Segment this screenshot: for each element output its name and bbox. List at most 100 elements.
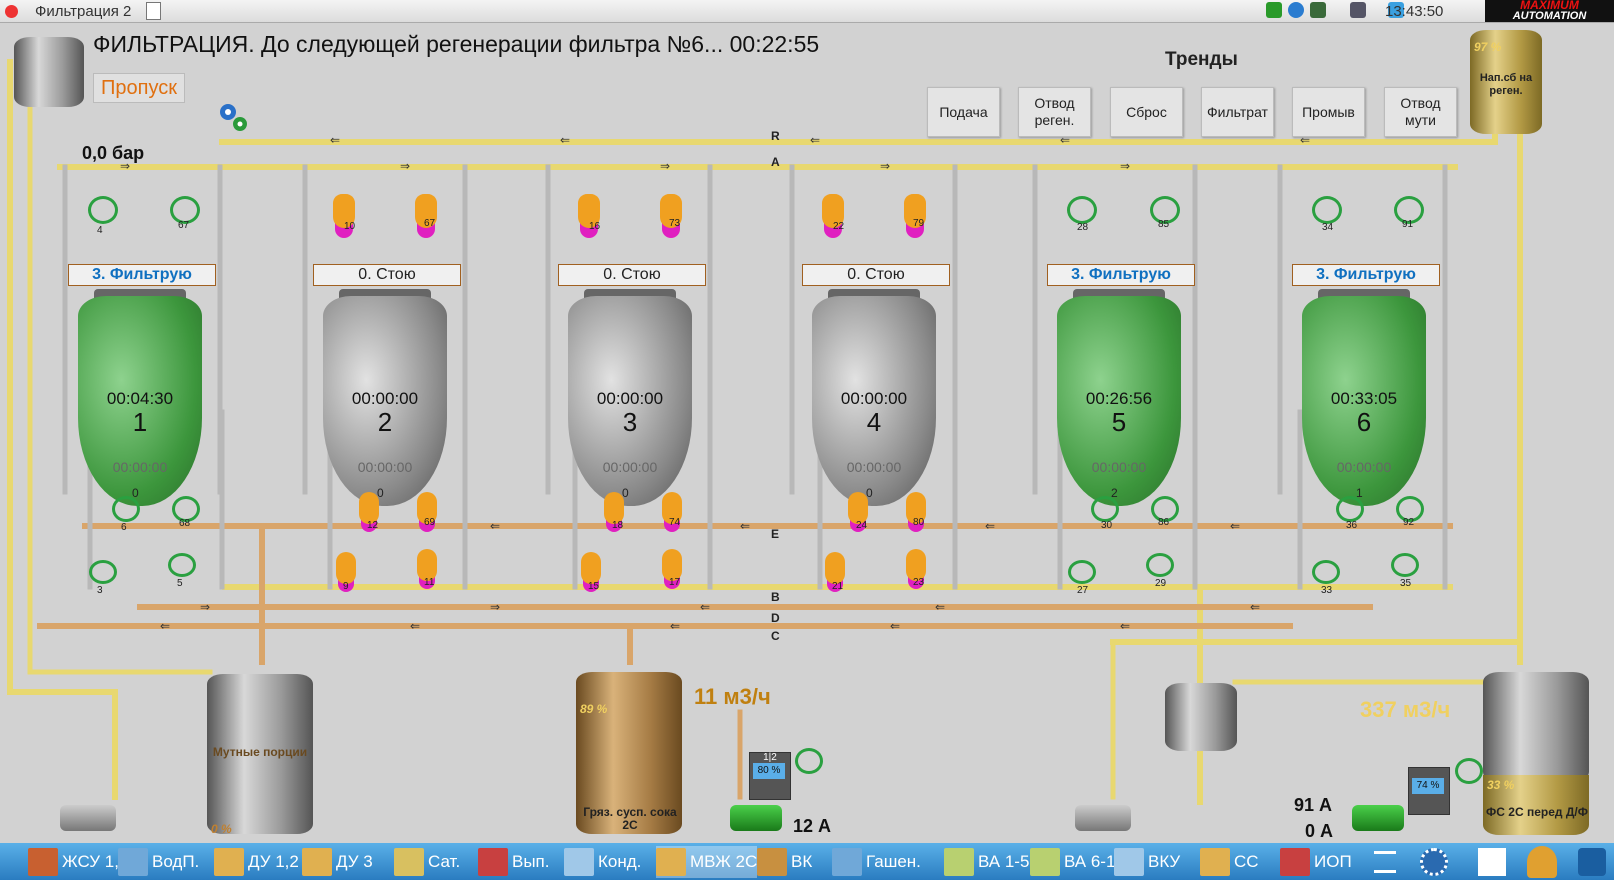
fs-tank-upper[interactable] <box>1483 672 1589 782</box>
auto-mode-icon[interactable] <box>1455 758 1483 784</box>
dirty-tank-label: Гряз. сусп. сока 2С <box>583 805 677 832</box>
taskbar-item-mvzh[interactable]: МВЖ 2С <box>656 846 758 878</box>
auto-valve-icon[interactable] <box>88 196 118 224</box>
auto-valve-icon[interactable] <box>112 496 140 522</box>
pressure-readout: 0,0 бар <box>82 143 145 163</box>
close-icon[interactable] <box>5 5 18 18</box>
gauge-right-value: 74 % <box>1412 778 1444 794</box>
pump-dirty[interactable] <box>730 805 782 831</box>
auto-valve-icon[interactable] <box>1391 553 1419 577</box>
trend-wash-button[interactable]: Промыв <box>1292 87 1365 137</box>
intermediate-tank[interactable] <box>1165 683 1237 751</box>
engineer-icon[interactable] <box>1527 846 1557 878</box>
vk-icon <box>757 848 787 876</box>
valve-number: 5 <box>177 578 183 589</box>
svg-text:⇒: ⇒ <box>660 159 670 173</box>
add-icon[interactable] <box>1266 2 1282 18</box>
pipe-label-d: D <box>771 611 780 625</box>
auto-valve-icon[interactable] <box>1068 560 1096 584</box>
taskbar-item-gashen[interactable]: Гашен. <box>832 846 921 878</box>
taskbar-item-va15[interactable]: ВА 1-5 <box>944 846 1029 878</box>
filter-6-tank[interactable]: 00:33:05 6 00:00:00 1 <box>1302 296 1426 506</box>
taskbar-item-va610[interactable]: ВА 6-10 <box>1030 846 1125 878</box>
trend-regen-outlet-button[interactable]: Отвод реген. <box>1018 87 1091 137</box>
svg-text:⇐: ⇐ <box>560 133 570 147</box>
list-icon[interactable] <box>1374 851 1396 873</box>
auto-valve-icon[interactable] <box>1091 496 1119 522</box>
skip-button[interactable]: Пропуск <box>93 73 185 103</box>
filter-3-tank[interactable]: 00:00:00 3 00:00:00 0 <box>568 296 692 506</box>
manual-hand-icon[interactable] <box>825 552 845 584</box>
frequency-gauge-right[interactable]: 74 % <box>1408 767 1450 815</box>
filter-5-status: 3. Фильтрую <box>1047 264 1195 286</box>
top-left-tank <box>14 37 84 107</box>
taskbar-item-iop[interactable]: ИОП <box>1280 846 1352 878</box>
filter-1-number: 1 <box>132 407 148 437</box>
auto-valve-icon[interactable] <box>1312 560 1340 584</box>
window-title: Фильтрация 2 <box>35 3 132 20</box>
taskbar-item-kond[interactable]: Конд. <box>564 846 641 878</box>
pipe-label-c: C <box>771 629 780 643</box>
filter-5-tank[interactable]: 00:26:56 5 00:00:00 2 <box>1057 296 1181 506</box>
svg-text:⇐: ⇐ <box>1120 619 1130 633</box>
network-icon[interactable] <box>1310 2 1326 18</box>
valve-number: 27 <box>1077 585 1089 596</box>
auto-valve-icon[interactable] <box>1067 196 1097 224</box>
valve-number: 28 <box>1077 222 1089 233</box>
auto-valve-icon[interactable] <box>89 560 117 584</box>
taskbar-item-du12[interactable]: ДУ 1,2 <box>214 846 299 878</box>
taskbar-item-sat[interactable]: Сат. <box>394 846 460 878</box>
frequency-gauge-left[interactable]: 1|2 80 % <box>749 752 791 800</box>
trend-turbid-outlet-button[interactable]: Отвод мути <box>1384 87 1457 137</box>
svg-text:⇒: ⇒ <box>490 600 500 614</box>
taskbar-item-ss[interactable]: СС <box>1200 846 1259 878</box>
filter-1-subtimer: 00:00:00 <box>112 459 168 475</box>
trend-filtrate-button[interactable]: Фильтрат <box>1201 87 1274 137</box>
sat-icon <box>394 848 424 876</box>
settings-icon[interactable] <box>1420 848 1448 876</box>
fs-tank-level: 33 % <box>1487 778 1515 792</box>
auto-valve-icon[interactable] <box>168 553 196 577</box>
filter-4-timer: 00:00:00 <box>840 389 908 408</box>
document-icon[interactable] <box>146 2 161 20</box>
accessibility-icon[interactable] <box>1578 848 1606 876</box>
valve-number: 67 <box>178 220 190 231</box>
chat-icon[interactable] <box>1288 2 1304 18</box>
user-icon[interactable] <box>1350 2 1366 18</box>
turbid-tank-level: 0 % <box>211 822 232 836</box>
ss-icon <box>1200 848 1230 876</box>
filter-2-tank[interactable]: 00:00:00 2 00:00:00 0 <box>323 296 447 506</box>
valve-number: 11 <box>424 577 435 588</box>
trend-chart-icon[interactable] <box>1478 848 1506 876</box>
valve-number: 92 <box>1403 517 1415 528</box>
auto-valve-icon[interactable] <box>1312 196 1342 224</box>
taskbar-item-du3[interactable]: ДУ 3 <box>302 846 373 878</box>
taskbar-item-vodp[interactable]: ВодП. <box>118 846 199 878</box>
taskbar-item-vyp[interactable]: Вып. <box>478 846 550 878</box>
auto-valve-icon[interactable] <box>1336 496 1364 522</box>
pump-middle[interactable] <box>1075 805 1131 831</box>
filter-4-tank[interactable]: 00:00:00 4 00:00:00 0 <box>812 296 936 506</box>
pump-fs[interactable] <box>1352 805 1404 831</box>
taskbar-item-vku[interactable]: ВКУ <box>1114 846 1180 878</box>
filter-1-tank[interactable]: 00:04:30 1 00:00:00 0 <box>78 296 202 506</box>
gauge-left-value: 80 % <box>753 763 785 779</box>
svg-text:⇐: ⇐ <box>700 600 710 614</box>
va610-icon <box>1030 848 1060 876</box>
pump-dirty-current: 12 А <box>793 816 832 836</box>
trend-reset-button[interactable]: Сброс <box>1110 87 1183 137</box>
taskbar-item-vk[interactable]: ВК <box>757 846 812 878</box>
valve-number: 86 <box>1158 517 1170 528</box>
svg-text:⇐: ⇐ <box>670 619 680 633</box>
manual-hand-icon[interactable] <box>581 552 601 584</box>
manual-hand-icon[interactable] <box>336 552 356 584</box>
valve-number: 74 <box>669 517 681 528</box>
valve-number: 22 <box>833 221 845 232</box>
auto-valve-icon[interactable] <box>1146 553 1174 577</box>
auto-mode-icon[interactable] <box>795 748 823 774</box>
du3-icon <box>302 848 332 876</box>
pump-left[interactable] <box>60 805 116 831</box>
settings-gears-icon[interactable] <box>216 100 250 134</box>
trend-feed-button[interactable]: Подача <box>927 87 1000 137</box>
taskbar-item-zhsu[interactable]: ЖСУ 1,2 <box>28 846 128 878</box>
